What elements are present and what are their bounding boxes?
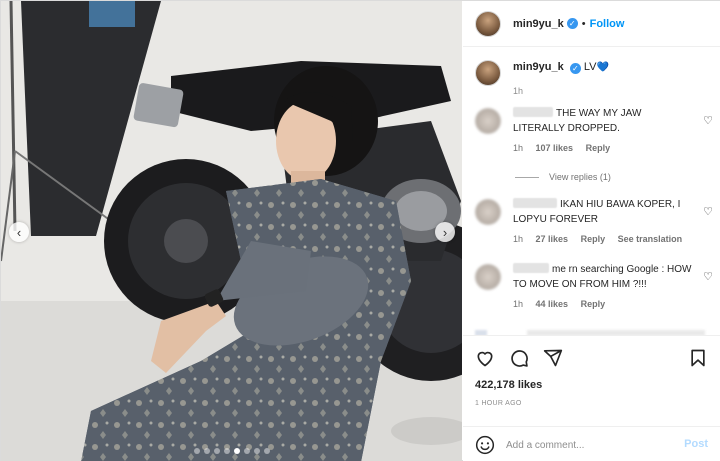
share-icon[interactable]	[543, 348, 563, 368]
caption-time: 1h	[513, 86, 524, 96]
bookmark-icon[interactable]	[688, 348, 708, 368]
heart-icon[interactable]: ♡	[703, 270, 713, 283]
post-actions: 422,178 likes 1 HOUR AGO	[463, 335, 720, 426]
follow-button[interactable]: Follow	[590, 18, 625, 30]
comments-list[interactable]: min9yu_k ✓ LV💙 1h THE WAY MY JAW LITERAL…	[463, 48, 720, 335]
comment-item: me rn searching Google : HOW TO MOVE ON …	[475, 262, 715, 309]
comment-icon[interactable]	[509, 348, 529, 368]
heart-icon[interactable]: ♡	[703, 205, 713, 218]
carousel-dot	[263, 448, 270, 454]
blurred-username	[513, 198, 557, 208]
divider	[515, 176, 539, 178]
reply-button[interactable]: Reply	[581, 299, 606, 309]
comment-time: 1h	[513, 143, 524, 153]
post-side-panel: min9yu_k ✓ • Follow min9yu_k ✓ LV💙 1h TH…	[463, 1, 720, 461]
comment-time: 1h	[513, 234, 524, 244]
caption-text: LV	[583, 61, 597, 73]
carousel-prev-button[interactable]: ‹	[9, 222, 29, 242]
comment-likes[interactable]: 27 likes	[536, 234, 569, 244]
blurred-username	[513, 263, 549, 273]
caption-avatar[interactable]	[475, 60, 501, 86]
blurred-username	[513, 107, 553, 117]
heart-icon[interactable]: ♡	[703, 114, 713, 127]
chevron-right-icon: ›	[442, 224, 448, 240]
reply-button[interactable]: Reply	[586, 143, 611, 153]
post-comment-button[interactable]: Post	[684, 438, 708, 450]
heart-icon[interactable]	[475, 348, 495, 368]
verified-icon: ✓	[569, 63, 581, 74]
like-count[interactable]: 422,178 likes	[475, 379, 542, 391]
carousel-indicator	[1, 448, 462, 454]
carousel-dot	[193, 448, 200, 454]
avatar[interactable]	[475, 10, 501, 37]
comment-item: THE WAY MY JAW LITERALLY DROPPED. 1h 107…	[475, 106, 715, 153]
post-photo[interactable]: ‹ ›	[1, 1, 462, 461]
chevron-left-icon: ‹	[16, 224, 22, 240]
comment-composer: Post	[463, 426, 720, 461]
see-translation-button[interactable]: See translation	[618, 234, 683, 244]
post-timestamp: 1 HOUR AGO	[475, 400, 522, 407]
caption-username[interactable]: min9yu_k	[513, 61, 564, 73]
caption: min9yu_k ✓ LV💙 1h	[475, 59, 609, 99]
emoji-icon[interactable]	[475, 435, 495, 455]
view-replies-button[interactable]: View replies (1)	[515, 172, 611, 182]
post-dialog: ‹ › min9yu_k ✓ • Follow min9yu_k ✓ LV💙 1…	[0, 0, 720, 461]
carousel-next-button[interactable]: ›	[435, 222, 455, 242]
photo-illustration	[1, 1, 462, 461]
carousel-dot	[253, 448, 260, 454]
reply-button[interactable]: Reply	[581, 234, 606, 244]
comment-likes[interactable]: 44 likes	[536, 299, 569, 309]
avatar[interactable]	[475, 199, 501, 225]
post-header: min9yu_k ✓ • Follow	[463, 1, 720, 47]
separator-dot: •	[581, 17, 586, 30]
blue-heart-emoji: 💙	[596, 62, 609, 73]
header-username[interactable]: min9yu_k	[513, 18, 564, 30]
avatar[interactable]	[475, 264, 501, 290]
carousel-dot	[223, 448, 230, 454]
comment-input[interactable]	[506, 436, 666, 454]
avatar[interactable]	[475, 108, 501, 134]
view-replies-label: View replies (1)	[549, 172, 611, 182]
carousel-dot	[203, 448, 210, 454]
comment-likes[interactable]: 107 likes	[536, 143, 574, 153]
comment-time: 1h	[513, 299, 524, 309]
verified-icon: ✓	[566, 18, 578, 29]
carousel-dot	[233, 448, 240, 454]
carousel-dot	[213, 448, 220, 454]
comment-item: IKAN HIU BAWA KOPER, I LOPYU FOREVER 1h …	[475, 197, 715, 244]
carousel-dot	[243, 448, 250, 454]
